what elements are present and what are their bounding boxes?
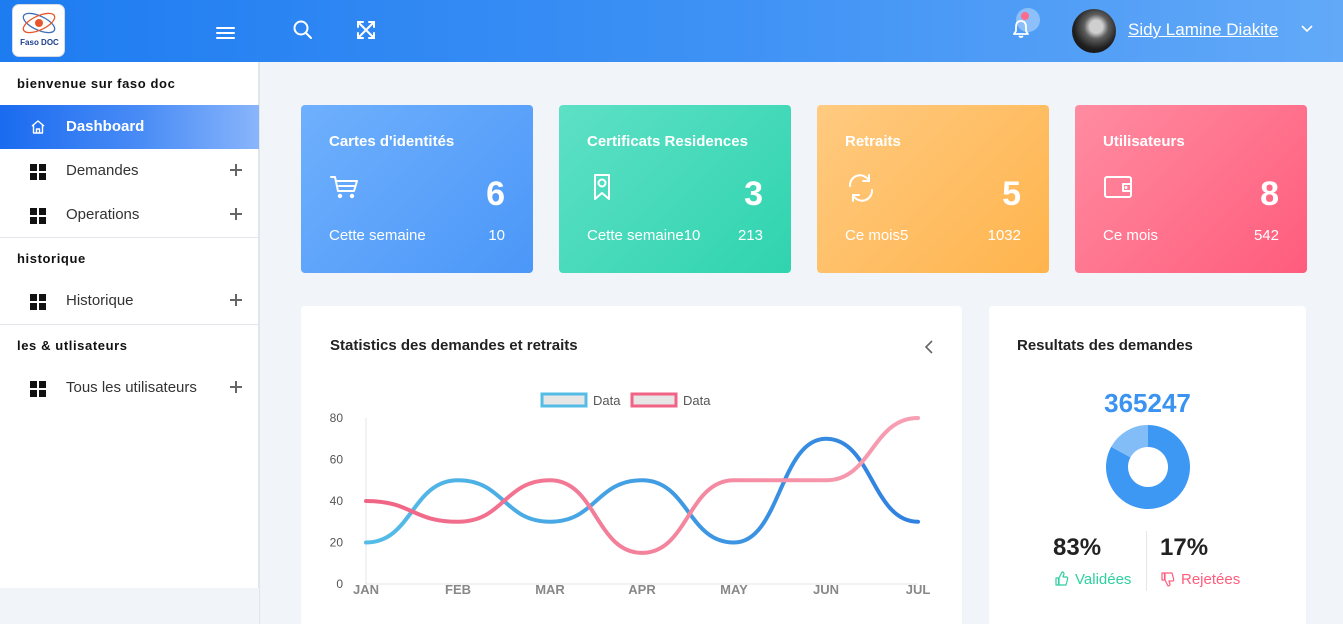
sidebar-item-label: Tous les utilisateurs xyxy=(66,379,197,396)
fullscreen-icon[interactable] xyxy=(355,19,377,41)
x-tick-label: JAN xyxy=(353,582,379,597)
sidebar-item-label: Historique xyxy=(66,292,134,309)
cart-icon xyxy=(330,176,358,199)
validated-label: Validées xyxy=(1075,571,1132,588)
notification-dot xyxy=(1021,12,1029,20)
x-tick-label: JUN xyxy=(813,582,839,597)
wallet-icon xyxy=(1104,176,1132,198)
series-line-0 xyxy=(364,436,920,545)
app-logo[interactable]: Faso DOC xyxy=(12,4,65,57)
expand-plus-icon[interactable] xyxy=(230,381,242,393)
y-tick-label: 20 xyxy=(330,536,344,550)
card-title: Cartes d'identités xyxy=(329,133,455,150)
sidebar-item-dashboard[interactable]: Dashboard xyxy=(0,105,259,149)
y-tick-label: 40 xyxy=(330,494,344,508)
thumbs-up-icon xyxy=(1055,571,1069,586)
logo-area: Faso DOC xyxy=(0,0,76,62)
y-tick-label: 0 xyxy=(336,577,343,591)
expand-plus-icon[interactable] xyxy=(230,164,242,176)
card-title: Retraits xyxy=(845,133,901,150)
x-tick-label: MAR xyxy=(535,582,565,597)
sidebar-item-operations[interactable]: Operations xyxy=(0,193,259,237)
legend-label-0: Data xyxy=(593,393,621,408)
avatar[interactable] xyxy=(1072,9,1116,53)
x-tick-label: MAY xyxy=(720,582,748,597)
card-subtitle: Cette semaine10 xyxy=(587,227,701,244)
sidebar-divider xyxy=(0,237,259,238)
card-number: 6 xyxy=(486,175,505,213)
menu-toggle-icon[interactable] xyxy=(216,27,235,42)
card-value: 542 xyxy=(1253,227,1279,244)
bell-icon[interactable] xyxy=(1010,18,1032,40)
sidebar-item-tous-les-utilisateurs[interactable]: Tous les utilisateurs xyxy=(0,366,259,410)
logo-text: Faso DOC xyxy=(20,38,59,47)
refresh-icon xyxy=(848,174,874,202)
y-tick-label: 60 xyxy=(330,453,344,467)
thumbs-down-icon xyxy=(1161,572,1175,587)
x-tick-label: FEB xyxy=(445,582,471,597)
card-subtitle: Ce mois5 xyxy=(845,227,909,244)
card-retraits[interactable]: Retraits 5 Ce mois5 1032 xyxy=(817,105,1049,273)
card-number: 3 xyxy=(744,175,763,213)
sidebar-item-label: Demandes xyxy=(66,162,139,179)
section-title-welcome: bienvenue sur faso doc xyxy=(17,76,176,91)
expand-plus-icon[interactable] xyxy=(230,208,242,220)
card-title: Certificats Residences xyxy=(587,133,748,150)
card-value: 10 xyxy=(488,227,505,244)
sidebar-item-historique[interactable]: Historique xyxy=(0,279,259,323)
card-value: 1032 xyxy=(987,227,1021,244)
atom-logo-icon xyxy=(22,12,56,34)
legend-swatch-1 xyxy=(630,392,678,408)
card-utilisateurs[interactable]: Utilisateurs 8 Ce mois 542 xyxy=(1075,105,1307,273)
top-bar: Faso DOC Sidy Lamine Diakite xyxy=(0,0,1343,62)
card-number: 8 xyxy=(1260,175,1279,213)
username-link[interactable]: Sidy Lamine Diakite xyxy=(1128,20,1278,40)
legend-swatch-0 xyxy=(540,392,588,408)
card-value: 213 xyxy=(737,227,763,244)
y-tick-label: 80 xyxy=(330,411,344,425)
chevron-down-icon[interactable] xyxy=(1300,24,1314,34)
results-panel: Resultats des demandes 365247 83% Validé… xyxy=(989,306,1306,624)
grid-icon xyxy=(30,381,46,397)
sidebar-item-label: Operations xyxy=(66,206,140,223)
rejected-percent: 17% xyxy=(1160,534,1209,561)
legend-label-1: Data xyxy=(683,393,711,408)
card-title: Utilisateurs xyxy=(1103,133,1185,150)
card-subtitle: Cette semaine xyxy=(329,227,426,244)
panel-title: Resultats des demandes xyxy=(1017,337,1193,354)
section-title-historique: historique xyxy=(17,251,86,266)
grid-icon xyxy=(30,164,46,180)
validated-percent: 83% xyxy=(1053,534,1102,561)
donut-chart xyxy=(1106,425,1190,509)
home-icon xyxy=(31,120,45,134)
sidebar-border xyxy=(259,62,260,624)
rejected-label: Rejetées xyxy=(1181,571,1241,588)
card-subtitle: Ce mois xyxy=(1103,227,1159,244)
sidebar-divider xyxy=(0,324,259,325)
x-tick-label: APR xyxy=(628,582,656,597)
x-tick-label: JUL xyxy=(906,582,931,597)
grid-icon xyxy=(30,294,46,310)
grid-icon xyxy=(30,208,46,224)
sidebar: bienvenue sur faso doc Dashboard Demande… xyxy=(0,62,259,588)
card-certificats-residences[interactable]: Certificats Residences 3 Cette semaine10… xyxy=(559,105,791,273)
search-icon[interactable] xyxy=(292,19,314,41)
expand-plus-icon[interactable] xyxy=(230,294,242,306)
card-number: 5 xyxy=(1002,175,1021,213)
sidebar-item-label: Dashboard xyxy=(66,118,145,135)
sidebar-item-demandes[interactable]: Demandes xyxy=(0,149,259,193)
statistics-panel: Statistics des demandes et retraits 0 20 4… xyxy=(301,306,962,624)
results-divider xyxy=(1146,531,1147,591)
section-title-users: les & utlisateurs xyxy=(17,338,128,353)
total-count: 365247 xyxy=(1104,388,1191,418)
card-cartes-identite[interactable]: Cartes d'identités 6 Cette semaine 10 xyxy=(301,105,533,273)
line-chart: 0 20 40 60 80 JAN FEB MAR APR MAY JUN JUL Data Data xyxy=(330,392,931,597)
ribbon-icon xyxy=(594,174,610,200)
